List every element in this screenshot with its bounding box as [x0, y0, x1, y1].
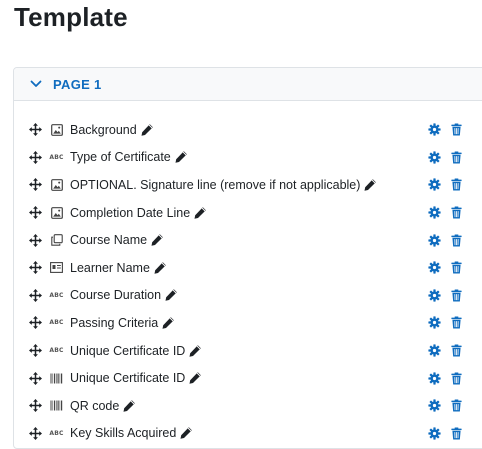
trash-icon[interactable] [450, 151, 463, 164]
trash-icon[interactable] [450, 234, 463, 247]
gear-icon[interactable] [428, 123, 441, 136]
element-name: Background [70, 123, 137, 137]
pencil-icon[interactable] [122, 399, 136, 413]
element-name: Key Skills Acquired [70, 426, 176, 440]
trash-icon[interactable] [450, 123, 463, 136]
gear-icon[interactable] [428, 289, 441, 302]
page-section-panel: PAGE 1 Background [13, 67, 482, 449]
pencil-icon[interactable] [174, 150, 188, 164]
move-icon[interactable] [29, 234, 42, 247]
element-name: Learner Name [70, 261, 150, 275]
element-row: ABC Type of Certificate [14, 144, 482, 172]
element-name: Course Name [70, 233, 147, 247]
move-icon[interactable] [29, 261, 42, 274]
section-label[interactable]: PAGE 1 [53, 77, 102, 92]
element-name: QR code [70, 399, 119, 413]
section-header[interactable]: PAGE 1 [14, 68, 482, 101]
text-abc-icon: ABC [50, 316, 63, 329]
pencil-icon[interactable] [179, 426, 193, 440]
move-icon[interactable] [29, 289, 42, 302]
text-abc-icon: ABC [50, 289, 63, 302]
trash-icon[interactable] [450, 427, 463, 440]
gear-icon[interactable] [428, 234, 441, 247]
element-row: ABC Passing Criteria [14, 309, 482, 337]
trash-icon[interactable] [450, 399, 463, 412]
text-abc-icon: ABC [50, 344, 63, 357]
element-name: Completion Date Line [70, 206, 190, 220]
pencil-icon[interactable] [193, 206, 207, 220]
element-row: Completion Date Line [14, 199, 482, 227]
pencil-icon[interactable] [164, 288, 178, 302]
image-icon [50, 178, 63, 191]
barcode-icon [50, 399, 63, 412]
text-abc-icon: ABC [50, 151, 63, 164]
image-icon [50, 123, 63, 136]
trash-icon[interactable] [450, 206, 463, 219]
gear-icon[interactable] [428, 151, 441, 164]
element-name: Unique Certificate ID [70, 371, 185, 385]
gear-icon[interactable] [428, 399, 441, 412]
move-icon[interactable] [29, 372, 42, 385]
move-icon[interactable] [29, 178, 42, 191]
image-icon [50, 206, 63, 219]
gear-icon[interactable] [428, 427, 441, 440]
element-row: Background [14, 116, 482, 144]
element-row: Unique Certificate ID [14, 364, 482, 392]
element-name: Passing Criteria [70, 316, 158, 330]
pencil-icon[interactable] [153, 261, 167, 275]
move-icon[interactable] [29, 151, 42, 164]
chevron-down-icon[interactable] [29, 77, 43, 91]
copy-icon [50, 234, 63, 247]
gear-icon[interactable] [428, 372, 441, 385]
element-list: Background [14, 116, 482, 447]
element-row: ABC Course Duration [14, 282, 482, 310]
move-icon[interactable] [29, 316, 42, 329]
pencil-icon[interactable] [188, 371, 202, 385]
gear-icon[interactable] [428, 206, 441, 219]
move-icon[interactable] [29, 427, 42, 440]
element-name: Type of Certificate [70, 150, 171, 164]
pencil-icon[interactable] [188, 344, 202, 358]
element-row: QR code [14, 392, 482, 420]
trash-icon[interactable] [450, 178, 463, 191]
pencil-icon[interactable] [363, 178, 377, 192]
element-row: Learner Name [14, 254, 482, 282]
element-name: Course Duration [70, 288, 161, 302]
pencil-icon[interactable] [140, 123, 154, 137]
move-icon[interactable] [29, 206, 42, 219]
gear-icon[interactable] [428, 344, 441, 357]
move-icon[interactable] [29, 123, 42, 136]
trash-icon[interactable] [450, 316, 463, 329]
element-row: Course Name [14, 226, 482, 254]
pencil-icon[interactable] [161, 316, 175, 330]
page-title: Template [14, 2, 128, 33]
id-card-icon [50, 261, 63, 274]
trash-icon[interactable] [450, 372, 463, 385]
gear-icon[interactable] [428, 261, 441, 274]
move-icon[interactable] [29, 344, 42, 357]
trash-icon[interactable] [450, 344, 463, 357]
pencil-icon[interactable] [150, 233, 164, 247]
element-row: OPTIONAL. Signature line (remove if not … [14, 171, 482, 199]
barcode-icon [50, 372, 63, 385]
gear-icon[interactable] [428, 316, 441, 329]
gear-icon[interactable] [428, 178, 441, 191]
trash-icon[interactable] [450, 261, 463, 274]
text-abc-icon: ABC [50, 427, 63, 440]
move-icon[interactable] [29, 399, 42, 412]
element-row: ABC Unique Certificate ID [14, 337, 482, 365]
element-name: OPTIONAL. Signature line (remove if not … [70, 178, 360, 192]
trash-icon[interactable] [450, 289, 463, 302]
element-name: Unique Certificate ID [70, 344, 185, 358]
element-row: ABC Key Skills Acquired [14, 420, 482, 448]
